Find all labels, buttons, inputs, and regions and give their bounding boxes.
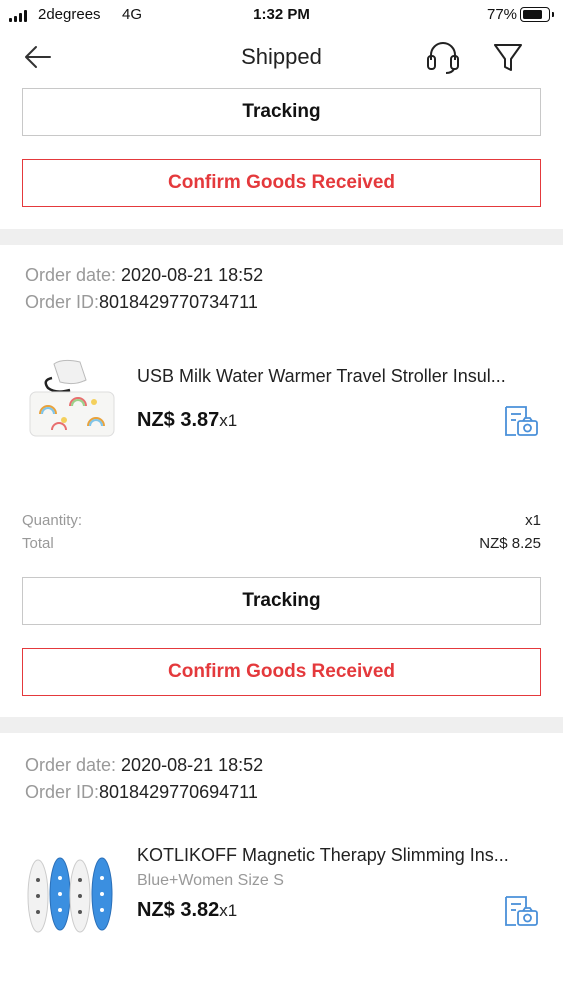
status-time: 1:32 PM — [253, 6, 310, 23]
page-title: Shipped — [241, 44, 322, 69]
order-id: Order ID:8018429770694711 — [25, 782, 258, 803]
product-image[interactable] — [22, 840, 122, 940]
confirm-goods-received-button[interactable]: Confirm Goods Received — [22, 648, 541, 696]
product-price: NZ$ 3.82x1 — [137, 899, 237, 922]
price-qty: x1 — [219, 411, 238, 430]
total-label: Total — [22, 535, 54, 552]
order-date: Order date: 2020-08-21 18:52 — [25, 755, 263, 776]
headset-icon — [427, 42, 459, 74]
price-value: NZ$ 3.87 — [137, 409, 220, 431]
order-date-label: Order date: — [25, 265, 122, 285]
price-qty: x1 — [219, 901, 238, 920]
order-id-value: 8018429770694711 — [99, 782, 258, 802]
product-price: NZ$ 3.87x1 — [137, 409, 237, 432]
back-button[interactable] — [20, 42, 56, 72]
document-camera-icon — [505, 896, 538, 926]
quantity-value: x1 — [525, 512, 541, 529]
tracking-button[interactable]: Tracking — [22, 577, 541, 625]
status-bar: 2degrees 4G 1:32 PM 77% — [0, 0, 563, 30]
order-id: Order ID:8018429770734711 — [25, 292, 258, 313]
photo-review-button[interactable] — [502, 404, 540, 440]
filter-button[interactable] — [487, 38, 529, 76]
header: Shipped — [0, 32, 563, 84]
total-value: NZ$ 8.25 — [479, 535, 541, 552]
product-image[interactable] — [22, 354, 122, 454]
confirm-goods-received-button[interactable]: Confirm Goods Received — [22, 159, 541, 207]
order-id-value: 8018429770734711 — [99, 292, 258, 312]
order-date: Order date: 2020-08-21 18:52 — [25, 265, 263, 286]
order-date-value: 2020-08-21 18:52 — [121, 265, 264, 285]
tracking-button[interactable]: Tracking — [22, 88, 541, 136]
photo-review-button[interactable] — [502, 894, 540, 930]
order-date-value: 2020-08-21 18:52 — [121, 755, 264, 775]
funnel-icon — [494, 44, 522, 71]
total-row: Total NZ$ 8.25 — [22, 535, 541, 552]
order-id-label: Order ID: — [25, 782, 100, 802]
product-variant: Blue+Women Size S — [137, 872, 284, 889]
battery-percent: 77% — [487, 6, 518, 23]
order-date-label: Order date: — [25, 755, 122, 775]
price-value: NZ$ 3.82 — [137, 899, 220, 921]
product-title[interactable]: KOTLIKOFF Magnetic Therapy Slimming Ins.… — [137, 845, 541, 866]
quantity-label: Quantity: — [22, 512, 83, 529]
product-title[interactable]: USB Milk Water Warmer Travel Stroller In… — [137, 366, 541, 387]
quantity-row: Quantity: x1 — [22, 512, 541, 529]
arrow-left-icon — [25, 46, 51, 68]
order-id-label: Order ID: — [25, 292, 100, 312]
section-divider — [0, 717, 563, 733]
battery-icon — [520, 7, 554, 22]
customer-service-button[interactable] — [422, 38, 464, 76]
document-camera-icon — [505, 406, 538, 436]
section-divider — [0, 229, 563, 245]
